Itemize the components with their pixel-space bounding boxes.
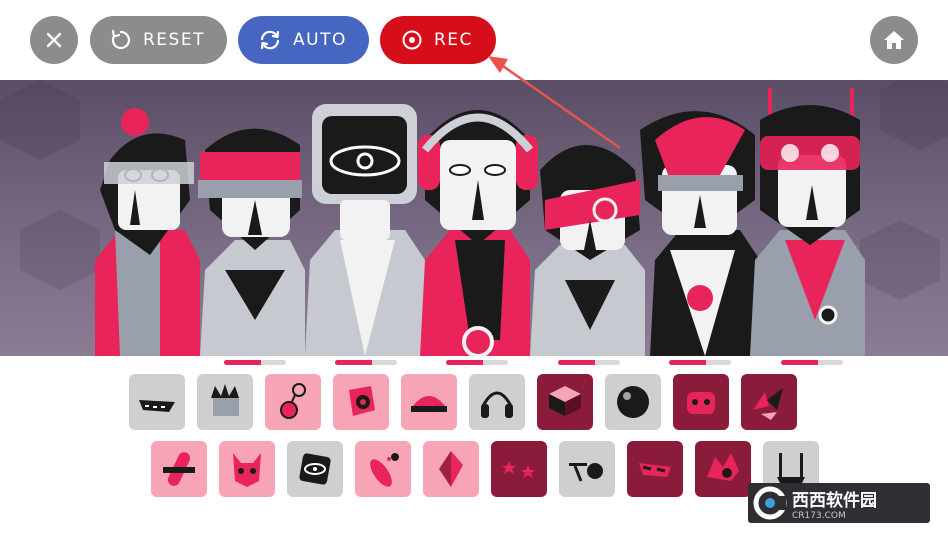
sound-icon-cap[interactable] <box>401 374 457 430</box>
character-1[interactable] <box>95 108 200 356</box>
close-icon <box>46 32 62 48</box>
watermark-sub-text: CR173.COM <box>792 510 846 521</box>
watermark-logo-icon <box>753 486 787 520</box>
character-3[interactable] <box>305 104 425 356</box>
sound-icon-mask[interactable] <box>673 374 729 430</box>
home-button[interactable] <box>870 16 918 64</box>
reset-icon <box>111 29 130 50</box>
watermark-badge: 西西软件园 CR173.COM <box>748 483 930 523</box>
level-meter-4 <box>558 360 620 365</box>
sound-icon-pendant[interactable] <box>265 374 321 430</box>
sound-icon-spiky-hair[interactable] <box>197 374 253 430</box>
reset-label: RESET <box>143 30 205 50</box>
sound-icon-box-visor[interactable] <box>537 374 593 430</box>
sound-icon-crystal[interactable] <box>423 441 479 497</box>
level-meter-1-fill <box>224 360 262 365</box>
sound-icon-shades[interactable] <box>627 441 683 497</box>
level-meter-3 <box>446 360 508 365</box>
close-button[interactable] <box>30 16 78 64</box>
watermark-main-text: 西西软件园 <box>792 490 877 511</box>
character-4[interactable] <box>418 110 538 356</box>
sound-icon-ball[interactable] <box>605 374 661 430</box>
sound-icon-feather[interactable] <box>355 441 411 497</box>
sound-icon-gem[interactable] <box>333 374 389 430</box>
level-meter-3-fill <box>446 360 484 365</box>
auto-icon <box>260 30 280 50</box>
sound-icon-fox-mask[interactable] <box>219 441 275 497</box>
sound-icon-hair-flare[interactable] <box>695 441 751 497</box>
level-meter-2-fill <box>335 360 373 365</box>
character-6[interactable] <box>640 111 760 356</box>
rec-button[interactable]: REC <box>380 16 496 64</box>
level-meter-5-fill <box>669 360 707 365</box>
level-meter-5 <box>669 360 731 365</box>
level-meter-6 <box>781 360 843 365</box>
sound-icon-stars[interactable] <box>491 441 547 497</box>
rec-label: REC <box>434 30 473 50</box>
sound-icon-headphones[interactable] <box>469 374 525 430</box>
auto-button[interactable]: AUTO <box>238 16 369 64</box>
record-icon <box>402 30 422 50</box>
level-meter-1 <box>224 360 286 365</box>
character-stage <box>0 80 948 356</box>
sound-icon-tilted-bar[interactable] <box>151 441 207 497</box>
character-2[interactable] <box>198 128 305 356</box>
home-icon <box>884 31 904 49</box>
level-meter-4-fill <box>558 360 596 365</box>
sound-icon-glasses[interactable] <box>559 441 615 497</box>
character-5[interactable] <box>530 145 645 356</box>
sound-icon-shards[interactable] <box>741 374 797 430</box>
sound-icon-visor[interactable] <box>129 374 185 430</box>
level-meter-6-fill <box>781 360 819 365</box>
character-lineup <box>0 80 948 356</box>
auto-label: AUTO <box>293 30 347 50</box>
top-toolbar: RESET AUTO REC <box>0 0 948 80</box>
reset-button[interactable]: RESET <box>90 16 227 64</box>
level-meter-2 <box>335 360 397 365</box>
character-7[interactable] <box>750 88 865 356</box>
sound-icon-eye-card[interactable] <box>287 441 343 497</box>
